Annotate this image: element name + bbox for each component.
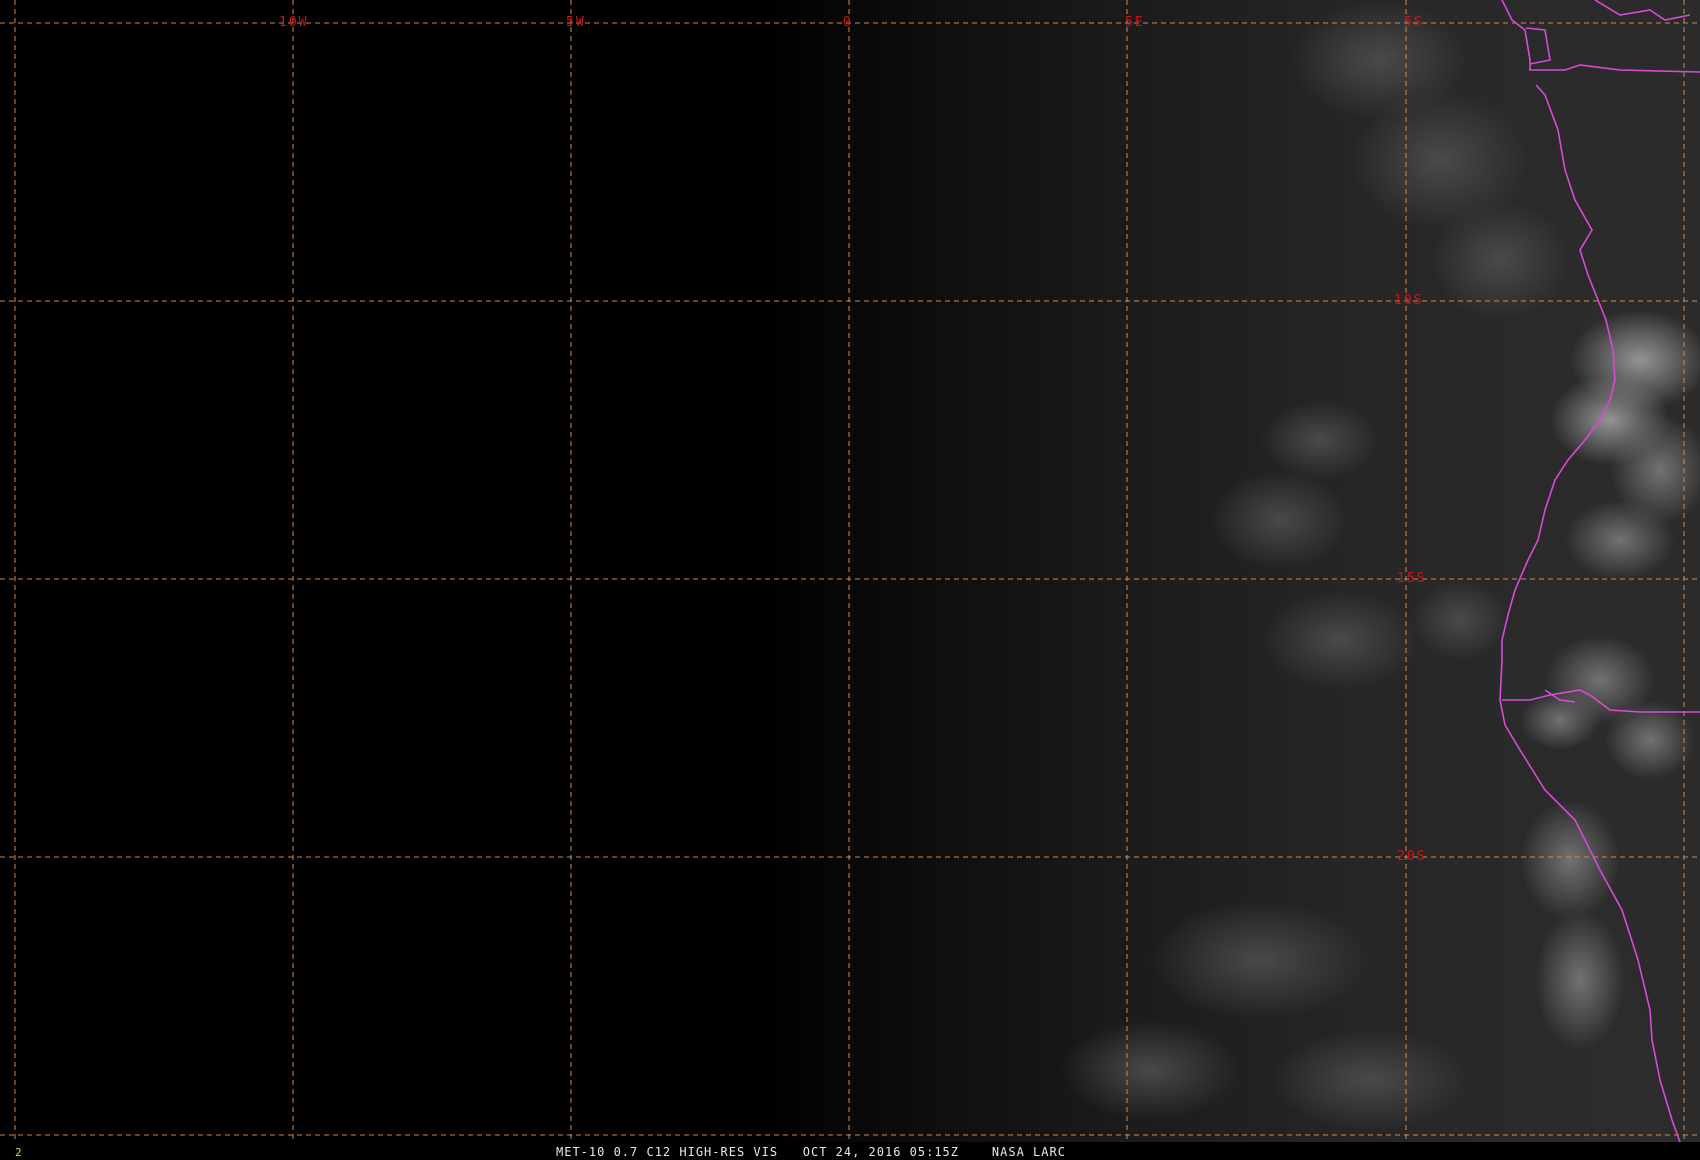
lat-label-5s: 5S [1404,15,1424,30]
frame-number: 2 [15,1146,22,1159]
lon-label-5e: 5E [1125,15,1145,30]
satellite-map: 10W 5W 0 5E 5S 10S 15S 20S 2 MET-10 0.7 … [0,0,1700,1160]
lon-label-0: 0 [843,15,853,30]
lon-label-5w: 5W [566,15,586,30]
lat-label-10s: 10S [1394,293,1423,308]
status-bar: 2 MET-10 0.7 C12 HIGH-RES VIS OCT 24, 20… [0,1142,1700,1160]
coastline [1499,84,1681,1143]
lat-label-20s: 20S [1397,849,1426,864]
image-caption: MET-10 0.7 C12 HIGH-RES VIS OCT 24, 2016… [556,1145,1066,1159]
lat-label-15s: 15S [1397,571,1426,586]
map-overlay: 10W 5W 0 5E 5S 10S 15S 20S [0,0,1700,1143]
boundary-northeast [1594,0,1691,21]
lon-label-10w: 10W [279,15,308,30]
boundary-south [1502,689,1700,713]
boundary-north [1501,0,1700,73]
